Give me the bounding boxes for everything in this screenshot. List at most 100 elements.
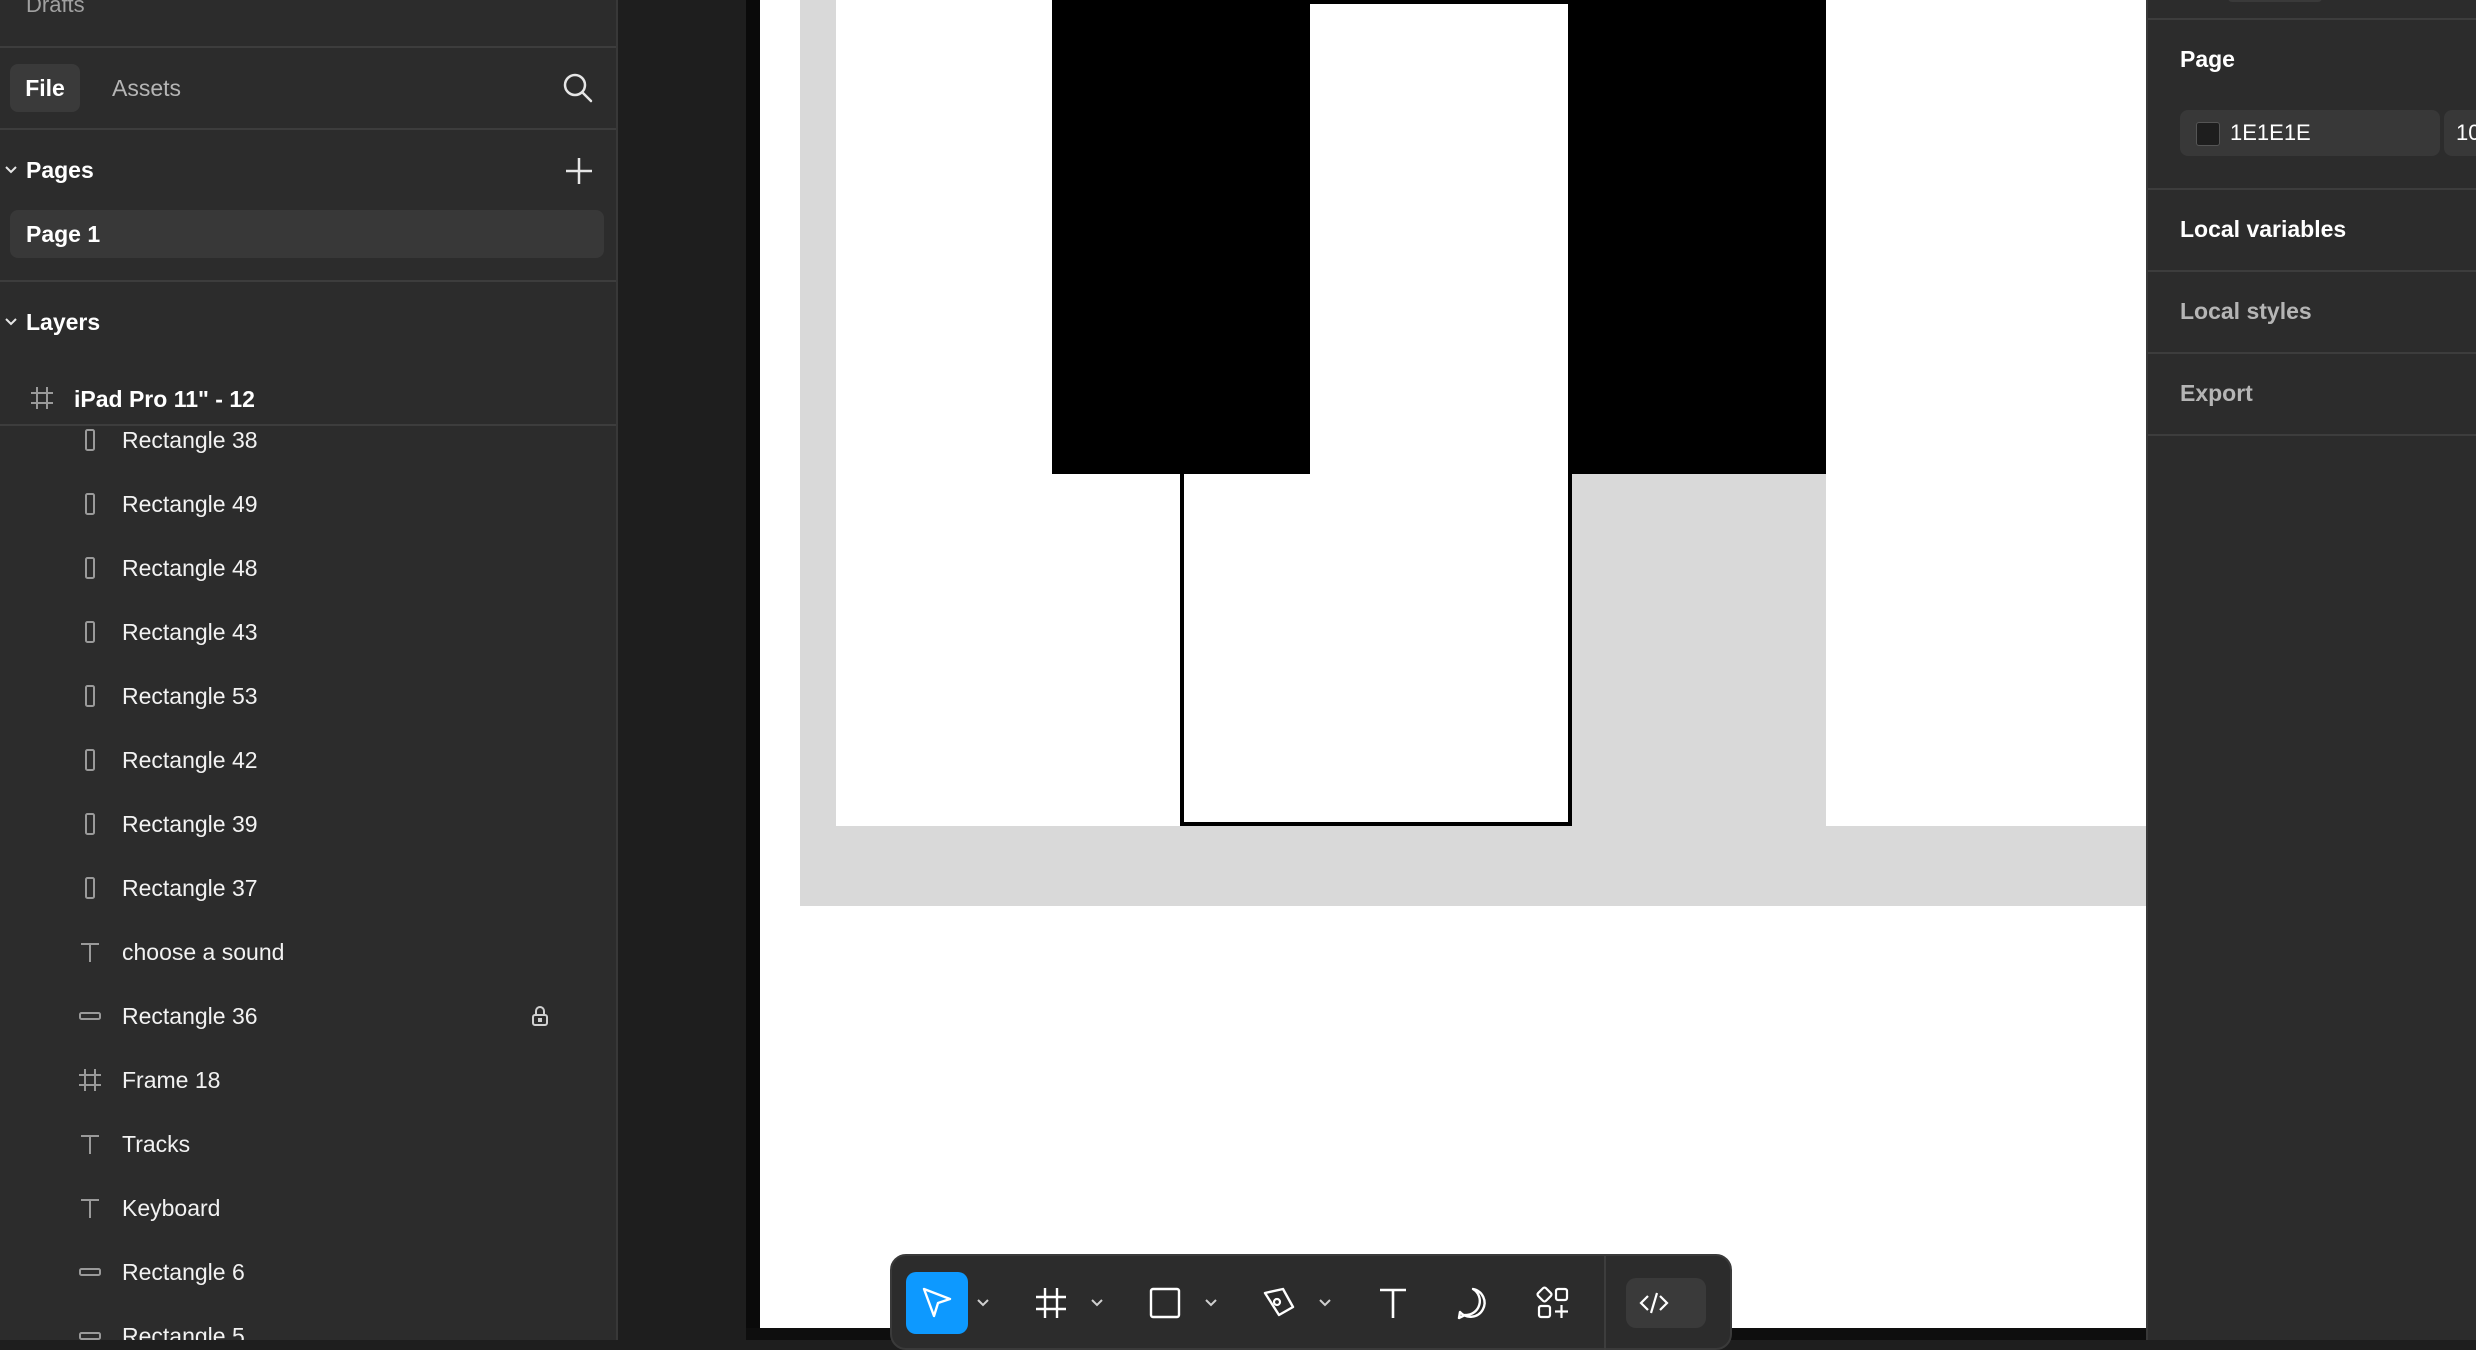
local-styles-section[interactable]: Local styles — [2180, 298, 2312, 325]
layers-title: Layers — [26, 309, 101, 335]
toolbar-separator — [1604, 1256, 1606, 1350]
properties-panel: Page 1E1E1E 100 Local variables Local st… — [2146, 0, 2476, 1340]
text-icon — [81, 1199, 99, 1218]
layer-item[interactable]: Rectangle 48 — [0, 538, 616, 598]
chevron-down-icon[interactable] — [4, 150, 18, 190]
layer-item-label: Rectangle 5 — [122, 1323, 245, 1340]
chevron-down-icon[interactable] — [1202, 1294, 1220, 1312]
color-swatch[interactable] — [2196, 122, 2220, 146]
rectangle-vertical-icon — [85, 813, 95, 835]
drafts-label[interactable]: Drafts — [26, 0, 85, 18]
page-section-title: Page — [2180, 46, 2235, 72]
layer-item[interactable]: Rectangle 42 — [0, 730, 616, 790]
black-key[interactable] — [1052, 0, 1310, 474]
keyboard-background[interactable] — [800, 0, 2146, 906]
panel-tab-stub[interactable] — [2228, 0, 2322, 2]
layer-item-label: Rectangle 48 — [122, 555, 258, 581]
frame-icon — [79, 1069, 101, 1091]
layer-item[interactable]: choose a sound — [0, 922, 616, 982]
canvas[interactable] — [618, 0, 2146, 1340]
divider — [2148, 434, 2476, 436]
layer-item[interactable]: Rectangle 6 — [0, 1242, 616, 1302]
text-icon — [1380, 1288, 1406, 1318]
rectangle-tool-button[interactable] — [1134, 1272, 1196, 1334]
layer-item[interactable]: Rectangle 43 — [0, 602, 616, 662]
divider — [2148, 352, 2476, 354]
layer-item[interactable]: Tracks — [0, 1114, 616, 1174]
divider — [0, 128, 616, 130]
layer-item[interactable]: Keyboard — [0, 1178, 616, 1238]
rectangle-icon — [1149, 1287, 1181, 1319]
chevron-down-icon[interactable] — [1316, 1294, 1334, 1312]
chevron-down-icon[interactable] — [4, 302, 18, 342]
dev-mode-toggle[interactable] — [1626, 1278, 1706, 1328]
rectangle-horizontal-icon — [79, 1332, 101, 1340]
rectangle-vertical-icon — [85, 557, 95, 579]
layer-item-label: Keyboard — [122, 1195, 221, 1221]
pen-tool-button[interactable] — [1248, 1272, 1310, 1334]
black-key[interactable] — [1568, 0, 1826, 474]
background-opacity-value[interactable]: 100 — [2444, 110, 2476, 156]
layer-item-label: Rectangle 43 — [122, 619, 258, 645]
divider — [0, 280, 616, 282]
layer-item-label: Rectangle 49 — [122, 491, 258, 517]
bottom-toolbar — [890, 1254, 1732, 1350]
page-background-color[interactable]: 1E1E1E — [2180, 110, 2440, 156]
layer-item-label: Frame 18 — [122, 1067, 221, 1093]
chevron-down-icon[interactable] — [1088, 1294, 1106, 1312]
text-tool-button[interactable] — [1362, 1272, 1424, 1334]
white-key[interactable] — [1826, 0, 2146, 826]
layer-item-label: Rectangle 53 — [122, 683, 258, 709]
layer-item[interactable]: Frame 18 — [0, 1050, 616, 1110]
move-tool-button[interactable] — [906, 1272, 968, 1334]
layer-item-label: Rectangle 36 — [122, 1003, 258, 1029]
divider — [0, 46, 616, 48]
pages-title: Pages — [26, 157, 94, 183]
pages-section-header[interactable]: Pages — [0, 150, 616, 190]
rectangle-horizontal-icon — [79, 1012, 101, 1020]
rectangle-vertical-icon — [85, 749, 95, 771]
layer-item[interactable]: Rectangle 49 — [0, 474, 616, 534]
frame-tool-button[interactable] — [1020, 1272, 1082, 1334]
layers-section-header[interactable]: Layers — [0, 302, 616, 342]
export-section[interactable]: Export — [2180, 380, 2253, 407]
local-variables-section[interactable]: Local variables — [2180, 216, 2346, 243]
page-item-label: Page 1 — [26, 221, 101, 247]
layer-item-label: choose a sound — [122, 939, 285, 965]
tab-file[interactable]: File — [10, 64, 80, 112]
layer-item[interactable]: Rectangle 38 — [0, 410, 616, 470]
lock-icon[interactable] — [528, 1004, 552, 1028]
text-icon — [81, 943, 99, 962]
actions-tool-button[interactable] — [1522, 1272, 1584, 1334]
layer-item[interactable]: Rectangle 36 — [0, 986, 616, 1046]
layer-item[interactable]: Rectangle 53 — [0, 666, 616, 726]
layer-item[interactable]: Rectangle 37 — [0, 858, 616, 918]
background-hex-value[interactable]: 1E1E1E — [2230, 110, 2311, 156]
cursor-icon — [922, 1287, 952, 1318]
frame-edge — [746, 0, 760, 1328]
code-icon — [1639, 1292, 1669, 1314]
layer-item-label: Rectangle 37 — [122, 875, 258, 901]
rectangle-vertical-icon — [85, 685, 95, 707]
text-icon — [81, 1135, 99, 1154]
layer-item[interactable]: Rectangle 39 — [0, 794, 616, 854]
rectangle-vertical-icon — [85, 429, 95, 451]
rectangle-horizontal-icon — [79, 1268, 101, 1276]
page-item-page-1[interactable]: Page 1 — [10, 210, 604, 258]
layer-item-label: Rectangle 6 — [122, 1259, 245, 1285]
search-icon[interactable] — [560, 70, 596, 106]
chevron-down-icon[interactable] — [974, 1294, 992, 1312]
divider — [2148, 270, 2476, 272]
layers-panel: Drafts File Assets Pages Page 1 Layers i… — [0, 0, 618, 1340]
add-page-icon[interactable] — [562, 154, 596, 188]
tab-assets[interactable]: Assets — [112, 64, 181, 112]
layer-item-label: Rectangle 39 — [122, 811, 258, 837]
ipad-frame[interactable] — [760, 0, 2146, 1328]
rectangle-vertical-icon — [85, 621, 95, 643]
layer-item[interactable]: Rectangle 5 — [0, 1306, 616, 1340]
comment-tool-button[interactable] — [1442, 1272, 1504, 1334]
rectangle-vertical-icon — [85, 493, 95, 515]
pen-icon — [1263, 1287, 1295, 1317]
divider — [2148, 18, 2476, 20]
layer-item-label: Rectangle 42 — [122, 747, 258, 773]
